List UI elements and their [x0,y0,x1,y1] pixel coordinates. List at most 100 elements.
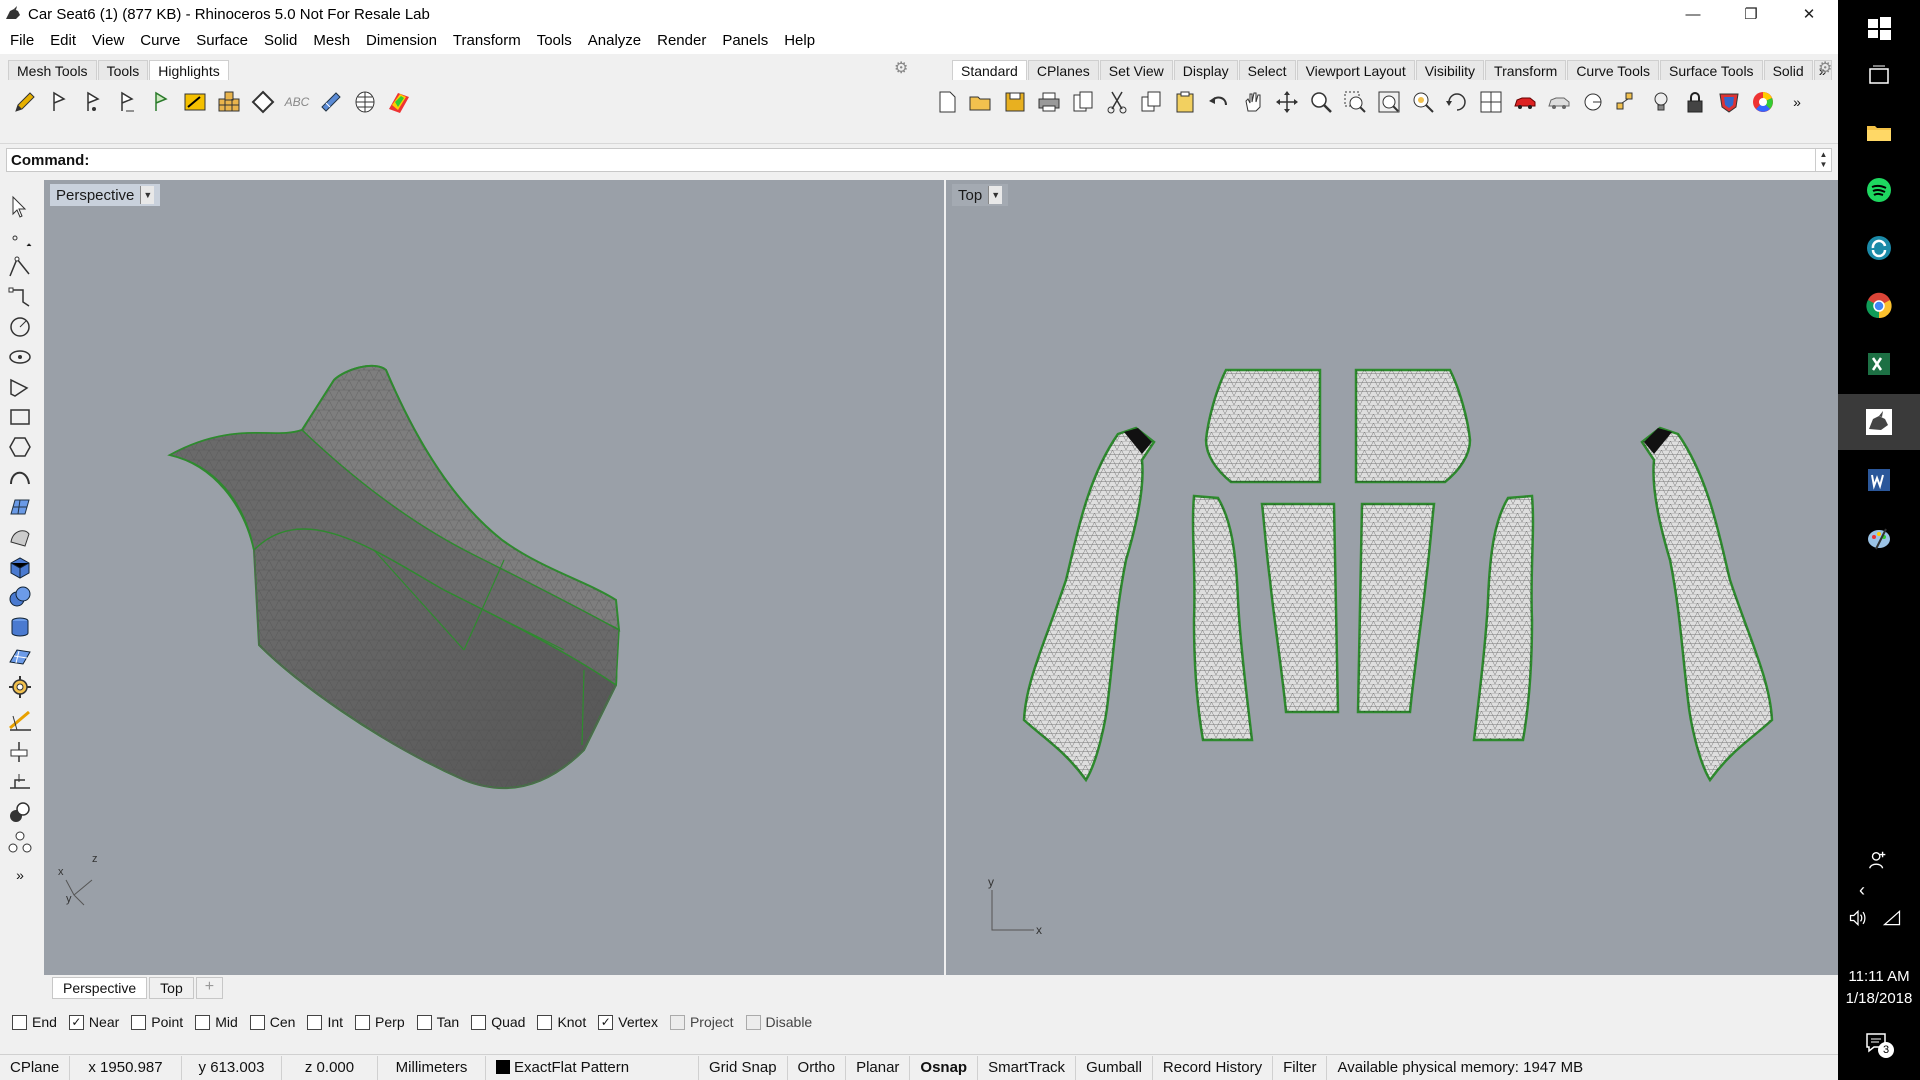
word-icon[interactable] [1838,452,1920,508]
tab-standard[interactable]: Standard [952,60,1027,80]
osnap-perp-checkbox[interactable] [355,1014,371,1030]
pan-hand-icon[interactable] [1236,85,1270,119]
tab-set-view[interactable]: Set View [1099,60,1173,80]
boolean-union-icon[interactable] [5,582,35,612]
flag-icon[interactable] [76,85,110,119]
cplane-indicator[interactable]: CPlane [0,1055,70,1080]
paste-icon[interactable] [1168,85,1202,119]
arc-icon[interactable] [5,372,35,402]
filter-toggle[interactable]: Filter [1273,1055,1328,1080]
tab-viewport-layout[interactable]: Viewport Layout [1296,60,1415,80]
tab-curve-tools[interactable]: Curve Tools [1567,60,1659,80]
new-file-icon[interactable] [930,85,964,119]
command-input[interactable] [93,150,1815,170]
surface-patch-icon[interactable] [5,522,35,552]
menu-analyze[interactable]: Analyze [580,28,649,54]
osnap-toggle[interactable]: Osnap [910,1055,979,1080]
file-explorer-icon[interactable] [1838,104,1920,160]
lock-icon[interactable] [1678,85,1712,119]
zoom-window-icon[interactable] [1338,85,1372,119]
osnap-near-checkbox[interactable]: ✓ [68,1014,84,1030]
car-render-icon[interactable] [1508,85,1542,119]
point-icon[interactable] [5,222,35,252]
tab-transform[interactable]: Transform [1485,60,1567,80]
perspective-viewport[interactable]: Perspective ▼ x y z [44,180,944,975]
excel-icon[interactable] [1838,336,1920,392]
osnap-cen-checkbox[interactable] [249,1014,265,1030]
tab-display[interactable]: Display [1173,60,1238,80]
polygon-icon[interactable] [5,432,35,462]
osnap-project[interactable]: Project [669,1014,734,1030]
gear-transform-icon[interactable] [5,672,35,702]
zoom-selected-icon[interactable] [1406,85,1440,119]
osnap-disable-checkbox[interactable] [745,1014,761,1030]
cut-icon[interactable] [1100,85,1134,119]
sidebar-more-button[interactable]: » [5,860,35,890]
osnap-mid-checkbox[interactable] [195,1014,211,1030]
flag-icon[interactable] [144,85,178,119]
taskbar-clock[interactable]: 11:11 AM 1/18/2018 [1838,966,1920,1010]
flag-icon[interactable] [42,85,76,119]
save-icon[interactable] [998,85,1032,119]
cylinder-icon[interactable] [5,612,35,642]
zoom-icon[interactable] [1304,85,1338,119]
line-icon[interactable] [5,282,35,312]
osnap-quad[interactable]: Quad [471,1014,525,1030]
osnap-knot-checkbox[interactable] [537,1014,553,1030]
surface-grid-icon[interactable] [5,492,35,522]
copy-to-clipboard-icon[interactable] [1066,85,1100,119]
flag-icon[interactable] [110,85,144,119]
osnap-project-checkbox[interactable] [669,1014,685,1030]
dimension-icon[interactable] [5,706,35,736]
osnap-cen[interactable]: Cen [249,1014,295,1030]
units-indicator[interactable]: Millimeters [378,1055,486,1080]
mesh-plane-icon[interactable] [5,642,35,672]
open-folder-icon[interactable] [964,85,998,119]
menu-curve[interactable]: Curve [132,28,188,54]
osnap-vertex[interactable]: ✓ Vertex [598,1014,658,1030]
car-seat-3d-model[interactable]: x y z [44,180,944,975]
paint-icon[interactable] [1838,510,1920,566]
gumball-toggle[interactable]: Gumball [1076,1055,1153,1080]
osnap-knot[interactable]: Knot [537,1014,586,1030]
rhino-taskbar-icon[interactable] [1838,394,1920,450]
toolbar-gear-icon[interactable]: ⚙ [1818,58,1836,77]
car-wire-icon[interactable] [1542,85,1576,119]
tab-select[interactable]: Select [1238,60,1296,80]
copy-icon[interactable] [1134,85,1168,119]
osnap-end-checkbox[interactable] [12,1014,27,1030]
building-grid-icon[interactable] [212,85,246,119]
chrome-icon[interactable] [1838,278,1920,334]
print-icon[interactable] [1032,85,1066,119]
chevron-left-icon[interactable]: ‹ [1850,878,1874,902]
menu-help[interactable]: Help [776,28,823,54]
osnap-end[interactable]: End [12,1014,57,1030]
undo-icon[interactable] [1202,85,1236,119]
volume-icon[interactable] [1846,906,1870,930]
record-history-toggle[interactable]: Record History [1153,1055,1274,1080]
task-view-icon[interactable] [1838,48,1920,104]
osnap-tan[interactable]: Tan [416,1014,459,1030]
menu-view[interactable]: View [84,28,132,54]
menu-surface[interactable]: Surface [188,28,256,54]
drafting-icon[interactable] [5,736,35,766]
osnap-vertex-checkbox[interactable]: ✓ [598,1014,614,1030]
osnap-quad-checkbox[interactable] [471,1014,487,1030]
osnap-point-checkbox[interactable] [131,1014,147,1030]
top-viewport[interactable]: Top ▼ y x [946,180,1838,975]
wifi-icon[interactable] [1880,906,1904,930]
osnap-perp[interactable]: Perp [355,1014,405,1030]
osnap-int-checkbox[interactable] [307,1014,323,1030]
zoom-extents-icon[interactable] [1372,85,1406,119]
osnap-near[interactable]: ✓ Near [68,1014,119,1030]
menu-render[interactable]: Render [649,28,714,54]
planar-toggle[interactable]: Planar [846,1055,911,1080]
tab-tools[interactable]: Tools [97,60,149,80]
command-history-spinner[interactable]: ▲ ▼ [1815,149,1831,171]
menu-file[interactable]: File [2,28,42,54]
circle-snap-icon[interactable] [1576,85,1610,119]
minimize-button[interactable]: — [1664,0,1722,28]
notifications-icon[interactable]: 3 [1864,1030,1894,1058]
menu-transform[interactable]: Transform [445,28,529,54]
points-cluster-icon[interactable] [5,828,35,858]
